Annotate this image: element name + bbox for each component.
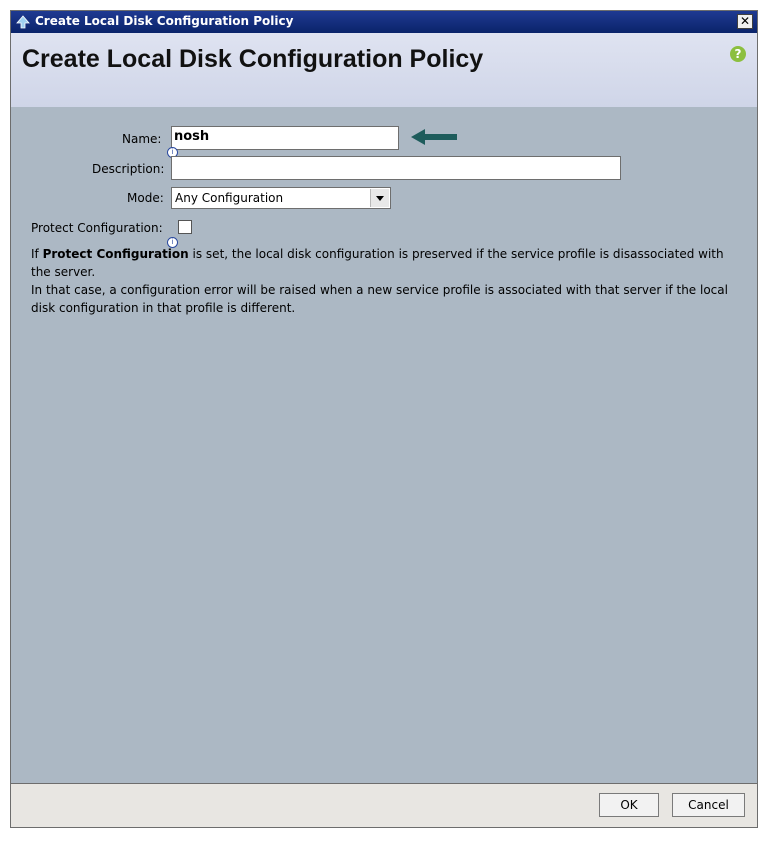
help-paragraph-1: If Protect Configuration is set, the loc… [31, 245, 741, 281]
page-title: Create Local Disk Configuration Policy [22, 45, 484, 73]
mode-label: Mode: [127, 191, 164, 205]
mode-select-value: Any Configuration [175, 191, 284, 205]
close-button[interactable]: ✕ [737, 14, 753, 29]
description-input[interactable] [171, 156, 621, 180]
form-panel: Name: nosh i Description: Mode: Any Conf… [11, 107, 757, 783]
dialog-header: Create Local Disk Configuration Policy ? [11, 33, 757, 107]
name-label: Name: [122, 132, 162, 146]
protect-configuration-checkbox[interactable] [178, 220, 192, 234]
app-icon [16, 15, 30, 29]
button-bar: OK Cancel [11, 783, 757, 827]
help-text-prefix: If [31, 247, 43, 261]
help-paragraph-2: In that case, a configuration error will… [31, 283, 728, 315]
cancel-button[interactable]: Cancel [672, 793, 745, 817]
help-text-bold: Protect Configuration [42, 247, 189, 261]
mode-select[interactable]: Any Configuration [171, 187, 391, 209]
dialog-window: Create Local Disk Configuration Policy ✕… [10, 10, 758, 828]
description-label: Description: [92, 162, 165, 176]
ok-button[interactable]: OK [599, 793, 659, 817]
help-icon[interactable]: ? [730, 46, 746, 62]
chevron-down-icon[interactable] [370, 189, 389, 207]
protect-configuration-label: Protect Configuration: [31, 221, 163, 235]
name-input[interactable]: nosh [171, 126, 399, 150]
window-title: Create Local Disk Configuration Policy [35, 14, 294, 28]
close-icon: ✕ [739, 14, 751, 28]
title-bar[interactable]: Create Local Disk Configuration Policy ✕ [11, 11, 757, 33]
arrow-icon [411, 129, 457, 145]
